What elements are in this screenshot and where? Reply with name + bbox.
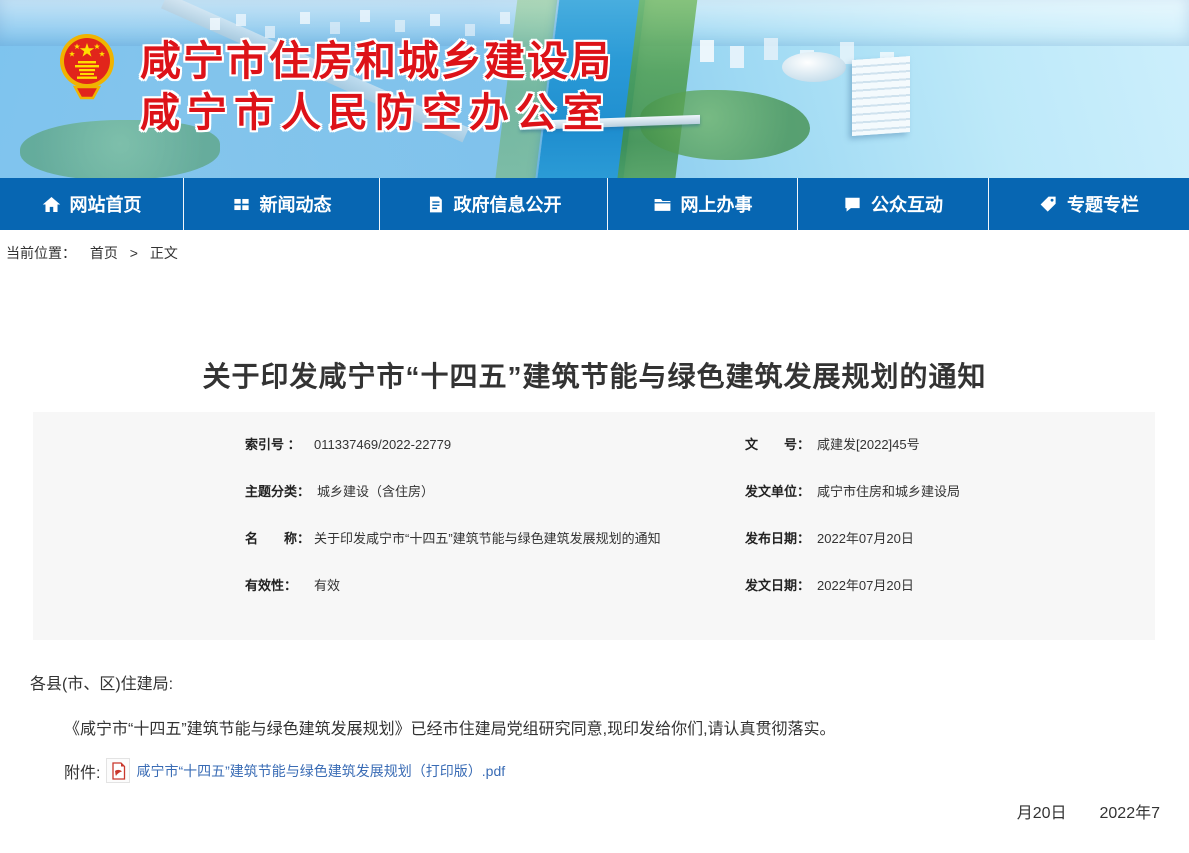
breadcrumb: 当前位置： 首页 > 正文 <box>0 230 1189 272</box>
nav-item-label: 专题专栏 <box>1067 191 1139 217</box>
breadcrumb-separator: > <box>130 245 138 261</box>
salutation: 各县(市、区)住建局: <box>30 670 1189 694</box>
meta-column-right: 文 号： 咸建发[2022]45号 发文单位： 咸宁市住房和城乡建设局 发布日期… <box>594 436 1155 640</box>
main-nav: 网站首页 新闻动态 政府信息公开 网上办事 公众互动 专题专栏 <box>0 178 1189 230</box>
grid-icon <box>232 195 251 214</box>
meta-row-issue-date: 发文日期： 2022年07月20日 <box>745 577 1155 624</box>
attachment-label: 附件: <box>64 759 100 783</box>
attachment-link[interactable]: 咸宁市“十四五”建筑节能与绿色建筑发展规划（打印版）.pdf <box>136 761 505 781</box>
national-emblem-icon <box>58 30 116 113</box>
meta-value: 2022年07月20日 <box>817 530 914 548</box>
home-icon <box>42 195 61 214</box>
header-photo-buildings-left <box>210 18 220 30</box>
meta-column-left: 索引号 ： 011337469/2022-22779 主题分类： 城乡建设（含住… <box>33 436 594 640</box>
document-icon <box>426 195 445 214</box>
nav-item-news[interactable]: 新闻动态 <box>184 178 380 230</box>
nav-item-gov-info[interactable]: 政府信息公开 <box>380 178 608 230</box>
meta-label: 索引号 ： <box>245 436 307 454</box>
pdf-file-icon[interactable] <box>106 758 130 783</box>
folder-icon <box>653 195 672 214</box>
breadcrumb-prefix: 当前位置： <box>6 245 76 261</box>
meta-label: 发布日期： <box>745 530 810 548</box>
article-title: 关于印发咸宁市“十四五”建筑节能与绿色建筑发展规划的通知 <box>0 355 1189 395</box>
date-part1: 月20日 <box>1017 805 1067 822</box>
meta-panel: 索引号 ： 011337469/2022-22779 主题分类： 城乡建设（含住… <box>33 412 1155 640</box>
meta-label: 有效性： <box>245 577 307 595</box>
meta-row-issuing-unit: 发文单位： 咸宁市住房和城乡建设局 <box>745 483 1155 530</box>
header-photo-buildings-right <box>700 40 714 62</box>
header-photo-dome-building <box>782 52 846 82</box>
attachment-row: 附件: 咸宁市“十四五”建筑节能与绿色建筑发展规划（打印版）.pdf <box>64 758 1189 783</box>
nav-item-label: 网上办事 <box>681 191 753 217</box>
meta-label: 文 号： <box>745 436 810 454</box>
meta-label: 名 称： <box>245 530 307 548</box>
chat-icon <box>843 195 862 214</box>
nav-item-label: 网站首页 <box>70 191 142 217</box>
meta-row-publish-date: 发布日期： 2022年07月20日 <box>745 530 1155 577</box>
meta-value: 011337469/2022-22779 <box>314 436 451 454</box>
meta-label: 发文日期： <box>745 577 810 595</box>
meta-value: 有效 <box>314 577 340 595</box>
nav-item-label: 公众互动 <box>871 191 943 217</box>
meta-label: 发文单位： <box>745 483 810 501</box>
meta-row-validity: 有效性： 有效 <box>245 577 594 624</box>
header-photo-tower-building <box>852 56 910 136</box>
nav-item-home[interactable]: 网站首页 <box>0 178 184 230</box>
meta-row-document-name: 名 称： 关于印发咸宁市“十四五”建筑节能与绿色建筑发展规划的通知 <box>245 530 594 577</box>
nav-item-online-services[interactable]: 网上办事 <box>608 178 798 230</box>
site-header: 咸宁市住房和城乡建设局 咸宁市人民防空办公室 <box>0 0 1189 178</box>
breadcrumb-current: 正文 <box>150 245 178 261</box>
meta-label: 主题分类： <box>245 483 310 501</box>
date-part2: 2022年7 <box>1100 805 1161 822</box>
nav-item-label: 政府信息公开 <box>454 191 562 217</box>
tag-icon <box>1039 195 1058 214</box>
meta-row-document-number: 文 号： 咸建发[2022]45号 <box>745 436 1155 483</box>
org-name-line2: 咸宁市人民防空办公室 <box>140 90 613 136</box>
meta-value: 咸宁市住房和城乡建设局 <box>817 483 960 501</box>
org-name-line1: 咸宁市住房和城乡建设局 <box>140 38 613 85</box>
meta-row-topic-category: 主题分类： 城乡建设（含住房） <box>245 483 594 530</box>
body-paragraph: 《咸宁市“十四五”建筑节能与绿色建筑发展规划》已经市住建局党组研究同意,现印发给… <box>64 715 1189 739</box>
org-names: 咸宁市住房和城乡建设局 咸宁市人民防空办公室 <box>140 38 613 136</box>
meta-value: 2022年07月20日 <box>817 577 914 595</box>
nav-item-label: 新闻动态 <box>260 191 332 217</box>
meta-value: 城乡建设（含住房） <box>317 483 434 501</box>
date-line: 月20日 2022年7 <box>0 799 1189 823</box>
nav-item-public-interaction[interactable]: 公众互动 <box>798 178 989 230</box>
article: 关于印发咸宁市“十四五”建筑节能与绿色建筑发展规划的通知 索引号 ： 01133… <box>0 355 1189 823</box>
meta-row-index-number: 索引号 ： 011337469/2022-22779 <box>245 436 594 483</box>
breadcrumb-home-link[interactable]: 首页 <box>90 245 118 261</box>
nav-item-special-columns[interactable]: 专题专栏 <box>989 178 1189 230</box>
meta-value: 咸建发[2022]45号 <box>817 436 920 454</box>
